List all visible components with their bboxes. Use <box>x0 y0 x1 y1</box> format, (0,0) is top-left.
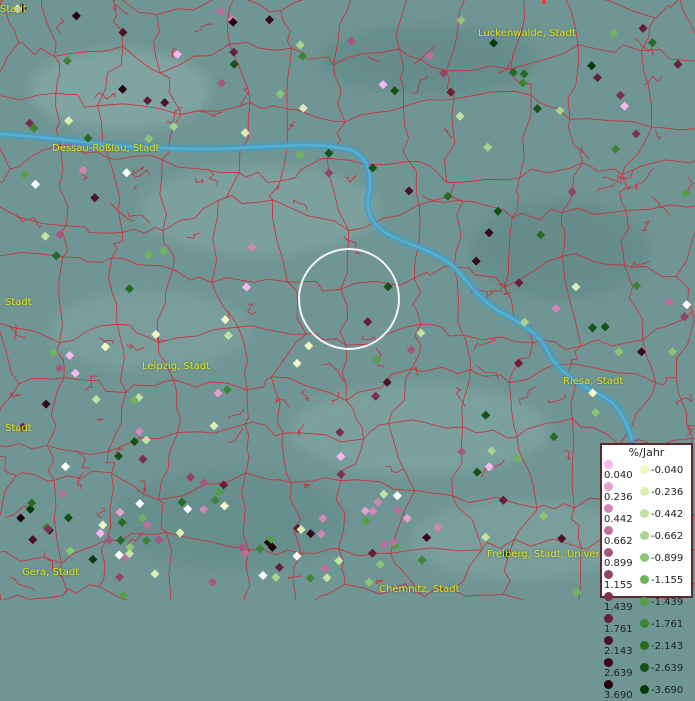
legend-row: 0.442 -0.442 <box>604 503 683 525</box>
legend-table: 0.040 -0.040 0.236 -0.236 0.442 -0.442 0.662 -0… <box>604 459 683 701</box>
legend-row: 0.040 -0.040 <box>604 459 683 481</box>
city-label: Dessau-Roßlau, Stadt <box>52 143 160 154</box>
legend-row: 3.690 -3.690 <box>604 679 683 701</box>
legend-swatch-positive <box>604 680 613 689</box>
legend-swatch-negative <box>640 641 649 650</box>
legend-swatch-positive <box>604 614 613 623</box>
legend-value-negative: -2.143 <box>651 641 683 652</box>
legend-value-positive: 1.155 <box>604 580 633 591</box>
legend-value-positive: 2.639 <box>604 668 633 679</box>
map-canvas[interactable]: Stadt Luckenwalde, Stadt Dessau-Roßlau, St… <box>0 0 695 600</box>
legend-swatch-negative <box>640 553 649 562</box>
legend-value-positive: 0.442 <box>604 514 633 525</box>
legend-row: 2.639 -2.639 <box>604 657 683 679</box>
city-label: Luckenwalde, Stadt <box>478 28 576 39</box>
city-label: Riesa, Stadt <box>563 376 623 387</box>
legend-row: 1.761 -1.761 <box>604 613 683 635</box>
legend-swatch-negative <box>640 685 649 694</box>
legend-swatch-positive <box>604 504 613 513</box>
legend-value-negative: -0.899 <box>651 553 683 564</box>
legend-swatch-positive <box>604 548 613 557</box>
city-label: Chemnitz, Stadt <box>379 584 460 595</box>
marker-red-dot <box>542 0 546 4</box>
map-legend: %/Jahr 0.040 -0.040 0.236 -0.236 0.442 -0.442… <box>600 443 693 598</box>
legend-value-positive: 3.690 <box>604 690 633 701</box>
map-layer[interactable] <box>0 0 695 600</box>
legend-value-negative: -0.236 <box>651 487 683 498</box>
legend-value-negative: -0.442 <box>651 509 683 520</box>
legend-value-negative: -1.761 <box>651 619 683 630</box>
legend-swatch-positive <box>604 658 613 667</box>
legend-value-positive: 0.662 <box>604 536 633 547</box>
legend-row: 0.236 -0.236 <box>604 481 683 503</box>
legend-row: 2.143 -2.143 <box>604 635 683 657</box>
city-label: Stadt <box>5 297 32 308</box>
legend-swatch-negative <box>640 663 649 672</box>
legend-swatch-positive <box>604 460 613 469</box>
legend-swatch-negative <box>640 619 649 628</box>
legend-swatch-negative <box>640 575 649 584</box>
city-label: Stadt <box>5 423 32 434</box>
legend-swatch-negative <box>640 487 649 496</box>
legend-value-positive: 1.761 <box>604 624 633 635</box>
legend-row: 1.155 -1.155 <box>604 569 683 591</box>
legend-swatch-positive <box>604 526 613 535</box>
legend-value-negative: -0.662 <box>651 531 683 542</box>
legend-row: 0.899 -0.899 <box>604 547 683 569</box>
legend-value-positive: 2.143 <box>604 646 633 657</box>
legend-row: 1.439 -1.439 <box>604 591 683 613</box>
legend-swatch-negative <box>640 509 649 518</box>
city-label: Leipzig, Stadt <box>142 361 210 372</box>
legend-swatch-positive <box>604 482 613 491</box>
legend-value-negative: -1.439 <box>651 597 683 608</box>
legend-swatch-negative <box>640 465 649 474</box>
legend-value-negative: -3.690 <box>651 685 683 696</box>
legend-value-negative: -0.040 <box>651 465 683 476</box>
legend-value-positive: 0.040 <box>604 470 633 481</box>
legend-swatch-positive <box>604 570 613 579</box>
legend-row: 0.662 -0.662 <box>604 525 683 547</box>
legend-value-positive: 0.236 <box>604 492 633 503</box>
legend-value-positive: 0.899 <box>604 558 633 569</box>
city-label: Freiberg, Stadt, Univer <box>487 549 600 560</box>
legend-title: %/Jahr <box>602 446 691 459</box>
city-label: Gera, Stadt <box>22 567 79 578</box>
legend-value-negative: -2.639 <box>651 663 683 674</box>
legend-value-positive: 1.439 <box>604 602 633 613</box>
legend-swatch-negative <box>640 597 649 606</box>
legend-swatch-positive <box>604 592 613 601</box>
city-label: Stadt <box>0 4 27 15</box>
legend-swatch-negative <box>640 531 649 540</box>
legend-value-negative: -1.155 <box>651 575 683 586</box>
legend-swatch-positive <box>604 636 613 645</box>
